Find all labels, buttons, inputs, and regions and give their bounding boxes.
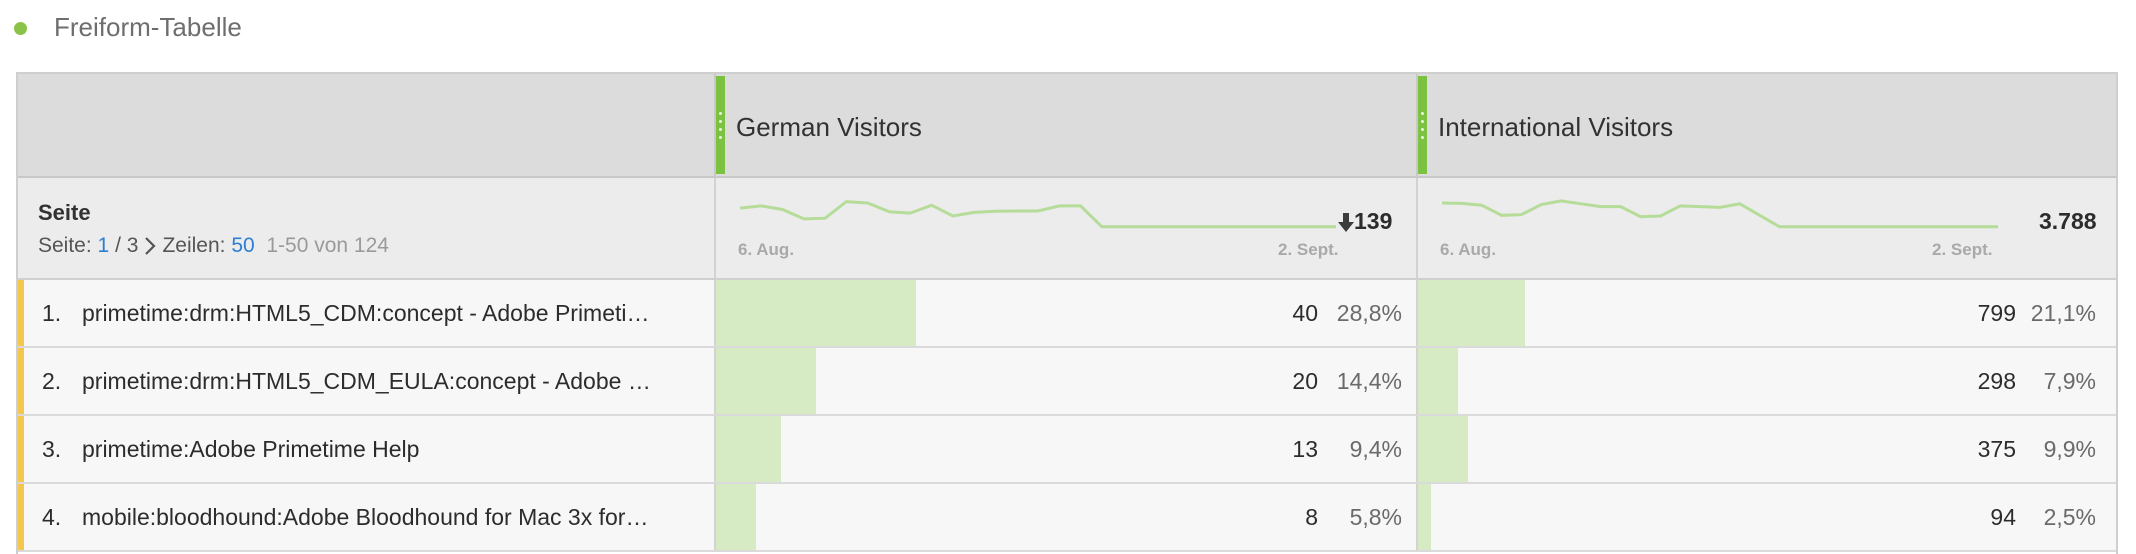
- cell-german-visitors[interactable]: 40 28,8%: [714, 280, 1416, 346]
- column-header-international-visitors[interactable]: International Visitors: [1416, 74, 2116, 176]
- sparkline-german: [739, 200, 1336, 229]
- share-bar: [716, 484, 756, 550]
- page-total: / 3: [115, 234, 139, 257]
- cell-german-visitors[interactable]: 8 5,8%: [714, 484, 1416, 550]
- sparkline-start-label: 6. Aug.: [1440, 240, 1497, 259]
- cell-value: 298: [1977, 368, 2016, 394]
- row-accent: [18, 280, 24, 346]
- chevron-right-icon[interactable]: [142, 235, 158, 257]
- grip-dot: [719, 120, 722, 123]
- status-dot-icon: [14, 22, 27, 35]
- sparkline-trend: [1441, 199, 1998, 229]
- cell-international-visitors[interactable]: 94 2,5%: [1416, 484, 2116, 550]
- table-row[interactable]: 1. primetime:drm:HTML5_CDM:concept - Ado…: [18, 280, 2116, 348]
- row-label[interactable]: primetime:drm:HTML5_CDM:concept - Adobe …: [82, 300, 652, 327]
- cell-german-visitors[interactable]: 13 9,4%: [714, 416, 1416, 482]
- grip-dot: [719, 112, 722, 115]
- column-total-value: 139: [1354, 208, 1393, 234]
- sparkline-start-label: 6. Aug.: [738, 240, 795, 259]
- cell-percent: 2,5%: [2043, 504, 2096, 530]
- cell-percent: 7,9%: [2043, 368, 2096, 394]
- table-row[interactable]: 4. mobile:bloodhound:Adobe Bloodhound fo…: [18, 484, 2116, 552]
- cell-value: 799: [1977, 300, 2016, 326]
- share-bar: [1418, 280, 1525, 346]
- cell-value: 20: [1292, 368, 1318, 394]
- row-number: 1.: [42, 300, 62, 326]
- row-label[interactable]: mobile:bloodhound:Adobe Bloodhound for M…: [82, 504, 652, 531]
- row-accent: [18, 416, 24, 482]
- row-accent: [18, 484, 24, 550]
- summary-cell-german-visitors: 6. Aug. 2. Sept. 139: [714, 178, 1416, 278]
- page-label: Seite:: [38, 234, 92, 257]
- summary-row: Seite Seite: 1 / 3 Zeilen: 50 1-50 von 1…: [18, 178, 2116, 280]
- range-text: 1-50 von 124: [266, 234, 389, 257]
- row-number: 4.: [42, 504, 62, 530]
- panel-title[interactable]: Freiform-Tabelle: [54, 12, 242, 43]
- metric-name: German Visitors: [736, 112, 922, 142]
- cell-value: 40: [1292, 300, 1318, 326]
- cell-percent: 28,8%: [1336, 300, 1402, 326]
- metric-name: International Visitors: [1438, 112, 1674, 142]
- cell-percent: 9,9%: [2043, 436, 2096, 462]
- share-bar: [1418, 416, 1468, 482]
- row-number: 3.: [42, 436, 62, 462]
- cell-value: 13: [1292, 436, 1318, 462]
- column-header-german-visitors[interactable]: German Visitors: [714, 74, 1416, 176]
- drag-handle-icon[interactable]: [1418, 76, 1427, 174]
- sparkline-end-label: 2. Sept.: [1278, 240, 1339, 259]
- grip-dot: [719, 128, 722, 131]
- grip-dot: [1421, 112, 1424, 115]
- arrow-down-icon: [1338, 212, 1354, 232]
- row-number: 2.: [42, 368, 62, 394]
- rows-per-page[interactable]: 50: [231, 234, 254, 258]
- grip-dot: [1421, 136, 1424, 139]
- share-bar: [716, 416, 781, 482]
- cell-international-visitors[interactable]: 799 21,1%: [1416, 280, 2116, 346]
- row-accent: [18, 348, 24, 414]
- grip-dot: [719, 136, 722, 139]
- cell-german-visitors[interactable]: 20 14,4%: [714, 348, 1416, 414]
- column-total: 3.788: [2039, 208, 2097, 235]
- dimension-title[interactable]: Seite: [38, 200, 91, 226]
- rows-label: Zeilen:: [162, 234, 226, 257]
- table-header-row: German Visitors International Visitors: [18, 74, 2116, 178]
- pagination: Seite: 1 / 3 Zeilen: 50 1-50 von 124: [38, 234, 389, 258]
- cell-international-visitors[interactable]: 375 9,9%: [1416, 416, 2116, 482]
- page-current[interactable]: 1: [98, 234, 110, 258]
- cell-international-visitors[interactable]: 298 7,9%: [1416, 348, 2116, 414]
- grip-dot: [1421, 120, 1424, 123]
- grip-dot: [1421, 128, 1424, 131]
- share-bar: [1418, 348, 1458, 414]
- cell-value: 94: [1990, 504, 2016, 530]
- row-label[interactable]: primetime:Adobe Primetime Help: [82, 436, 652, 463]
- table-row[interactable]: 3. primetime:Adobe Primetime Help 13 9,4…: [18, 416, 2116, 484]
- cell-value: 375: [1977, 436, 2016, 462]
- summary-cell-international-visitors: 6. Aug. 2. Sept. 3.788: [1416, 178, 2116, 278]
- sparkline-end-label: 2. Sept.: [1932, 240, 1993, 259]
- share-bar: [716, 280, 916, 346]
- cell-percent: 9,4%: [1349, 436, 1402, 462]
- cell-value: 8: [1305, 504, 1318, 530]
- column-total-value: 3.788: [2039, 208, 2097, 234]
- share-bar: [1418, 484, 1431, 550]
- column-total: 139: [1338, 208, 1392, 235]
- sparkline-international: [1441, 199, 1998, 229]
- share-bar: [716, 348, 816, 414]
- row-label[interactable]: primetime:drm:HTML5_CDM_EULA:concept - A…: [82, 368, 652, 395]
- panel-header[interactable]: Freiform-Tabelle: [0, 0, 600, 56]
- freeform-table: German Visitors International Visitors S…: [16, 72, 2118, 554]
- cell-percent: 5,8%: [1349, 504, 1402, 530]
- sparkline-trend: [739, 200, 1336, 229]
- drag-handle-icon[interactable]: [716, 76, 725, 174]
- cell-percent: 21,1%: [2030, 300, 2096, 326]
- table-row[interactable]: 2. primetime:drm:HTML5_CDM_EULA:concept …: [18, 348, 2116, 416]
- cell-percent: 14,4%: [1336, 368, 1402, 394]
